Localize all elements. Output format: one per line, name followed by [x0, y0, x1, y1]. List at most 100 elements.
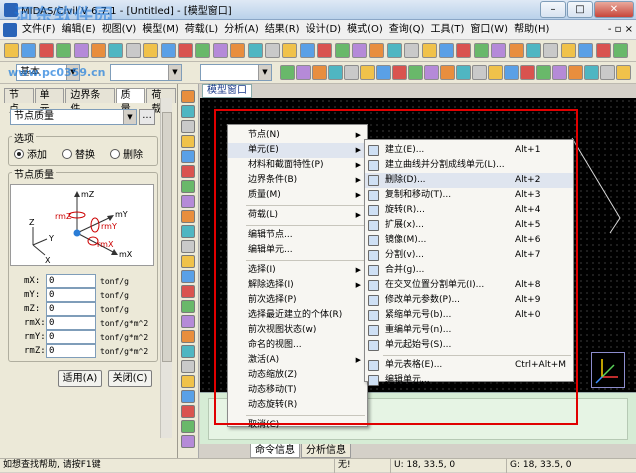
chevron-down-icon[interactable]: ▼ [168, 65, 181, 80]
menu-item[interactable]: 文件(F) [19, 20, 59, 40]
menu-item[interactable]: 窗口(W) [467, 20, 511, 40]
view-toolbar-icon[interactable] [181, 240, 195, 253]
toolbar-icon[interactable] [613, 43, 628, 58]
toolbar-icon[interactable] [404, 43, 420, 58]
toolbar-icon[interactable] [421, 43, 437, 58]
view-toolbar-icon[interactable] [181, 390, 195, 403]
mass-field-input[interactable]: 0 [46, 344, 96, 358]
toolbar-icon[interactable] [600, 65, 615, 80]
menu-item[interactable]: 前次视图状态(w) [228, 323, 367, 338]
menu-item[interactable]: 编辑单元... [228, 243, 367, 258]
menu-item[interactable]: 编辑节点... [228, 228, 367, 243]
toolbar-icon[interactable] [108, 43, 124, 58]
view-toolbar-icon[interactable] [181, 210, 195, 223]
menu-item[interactable]: 结果(R) [262, 20, 303, 40]
view-toolbar-icon[interactable] [181, 405, 195, 418]
panel-tab[interactable]: 单元 [34, 88, 65, 115]
menu-item[interactable]: 边界条件(B) ▶ [228, 173, 367, 188]
mass-field-input[interactable]: 0 [46, 330, 96, 344]
toolbar-icon[interactable] [91, 43, 106, 58]
toolbar-icon[interactable] [125, 43, 141, 58]
toolbar-icon[interactable] [195, 43, 211, 58]
menu-item[interactable]: 材料和截面特性(P) ▶ [228, 158, 367, 173]
toolbar-icon[interactable] [520, 65, 535, 80]
unit-system-combo[interactable]: 基本 ▼ [16, 64, 80, 81]
menu-item[interactable]: 建立(E)... Alt+1 [365, 143, 573, 158]
close-button[interactable]: ✕ [594, 1, 634, 18]
menu-item[interactable]: 合并(g)... [365, 263, 573, 278]
toolbar-icon[interactable] [488, 65, 503, 80]
menu-item[interactable]: 分割(v)... Alt+7 [365, 248, 573, 263]
toolbar-icon[interactable] [265, 43, 280, 58]
menu-item[interactable]: 编辑(E) [59, 20, 99, 40]
mass-type-dropdown[interactable]: 节点质量 ▼ [10, 109, 137, 125]
toolbar-icon[interactable] [386, 43, 402, 58]
chevron-down-icon[interactable]: ▼ [123, 110, 136, 124]
menu-item[interactable]: 节点(N) ▶ [228, 128, 367, 143]
toolbar-icon[interactable] [526, 43, 541, 58]
toolbar-icon[interactable] [282, 43, 298, 58]
bottom-tab[interactable]: 分析信息 [301, 444, 351, 458]
radio-circle[interactable] [14, 148, 24, 159]
mass-field-input[interactable]: 0 [46, 316, 96, 330]
menu-item[interactable]: 前次选择(P) [228, 293, 367, 308]
group-combo[interactable]: ▼ [200, 64, 272, 81]
menu-item[interactable]: 选择(I) ▶ [228, 263, 367, 278]
view-toolbar-icon[interactable] [181, 255, 195, 268]
toolbar-icon[interactable] [543, 43, 559, 58]
toolbar-icon[interactable] [376, 65, 391, 80]
toolbar-icon[interactable] [317, 43, 333, 58]
menu-item[interactable]: 解除选择(I) ▶ [228, 278, 367, 293]
model-window-tab[interactable]: 模型窗口 [202, 84, 252, 98]
view-toolbar-icon[interactable] [181, 270, 195, 283]
chevron-down-icon[interactable]: ▼ [66, 65, 79, 80]
toolbar-icon[interactable] [230, 43, 246, 58]
toolbar-icon[interactable] [160, 43, 176, 58]
toolbar-icon[interactable] [73, 43, 89, 58]
panel-scrollbar[interactable] [160, 98, 172, 438]
menu-item[interactable]: 帮助(H) [511, 20, 552, 40]
toolbar-icon[interactable] [212, 43, 228, 58]
menu-item[interactable]: 设计(D) [303, 20, 345, 40]
minimize-button[interactable]: – [540, 1, 566, 18]
toolbar-icon[interactable] [296, 65, 311, 80]
menu-item[interactable]: 质量(M) ▶ [228, 188, 367, 203]
menu-item[interactable]: 编辑单元... [365, 373, 573, 388]
toolbar-icon[interactable] [344, 65, 359, 80]
toolbar-icon[interactable] [352, 43, 367, 58]
toolbar-icon[interactable] [178, 43, 193, 58]
menu-item[interactable]: 旋转(R)... Alt+4 [365, 203, 573, 218]
panel-close-button[interactable]: 关闭(C) [108, 370, 152, 387]
toolbar-icon[interactable] [472, 65, 487, 80]
toolbar-icon[interactable] [360, 65, 375, 80]
menu-item[interactable]: 单元(E) ▶ [228, 143, 367, 158]
menu-item[interactable]: 复制和移动(T)... Alt+3 [365, 188, 573, 203]
radio-option[interactable]: 删除 [110, 146, 143, 161]
view-toolbar-icon[interactable] [181, 360, 195, 373]
menu-item[interactable]: 单元表格(E)... Ctrl+Alt+M [365, 358, 573, 373]
menu-item[interactable]: 模式(O) [344, 20, 386, 40]
menu-item[interactable]: 视图(V) [99, 20, 140, 40]
toolbar-icon[interactable] [38, 43, 54, 58]
toolbar-icon[interactable] [334, 43, 350, 58]
panel-tab[interactable]: 质量 [115, 88, 146, 115]
view-toolbar-icon[interactable] [181, 315, 195, 328]
toolbar-icon[interactable] [456, 43, 472, 58]
toolbar-icon[interactable] [56, 43, 72, 58]
view-toolbar-icon[interactable] [181, 300, 195, 313]
view-toolbar-icon[interactable] [181, 90, 195, 103]
toolbar-icon[interactable] [568, 65, 583, 80]
menu-item[interactable]: 查询(Q) [386, 20, 428, 40]
menu-item[interactable]: 修改单元参数(P)... Alt+9 [365, 293, 573, 308]
menu-item[interactable]: 建立曲线并分割成线单元(L)... [365, 158, 573, 173]
panel-tab[interactable]: 边界条件 [65, 88, 115, 115]
view-toolbar-icon[interactable] [181, 285, 195, 298]
menu-item[interactable]: 取消(C) [228, 418, 367, 433]
scrollbar-thumb[interactable] [162, 112, 172, 362]
toolbar-icon[interactable] [4, 43, 19, 58]
mass-field-input[interactable]: 0 [46, 274, 96, 288]
menu-item[interactable]: 在交叉位置分割单元(I)... Alt+8 [365, 278, 573, 293]
menu-item[interactable]: 工具(T) [427, 20, 467, 40]
view-toolbar-icon[interactable] [181, 375, 195, 388]
toolbar-icon[interactable] [440, 65, 455, 80]
